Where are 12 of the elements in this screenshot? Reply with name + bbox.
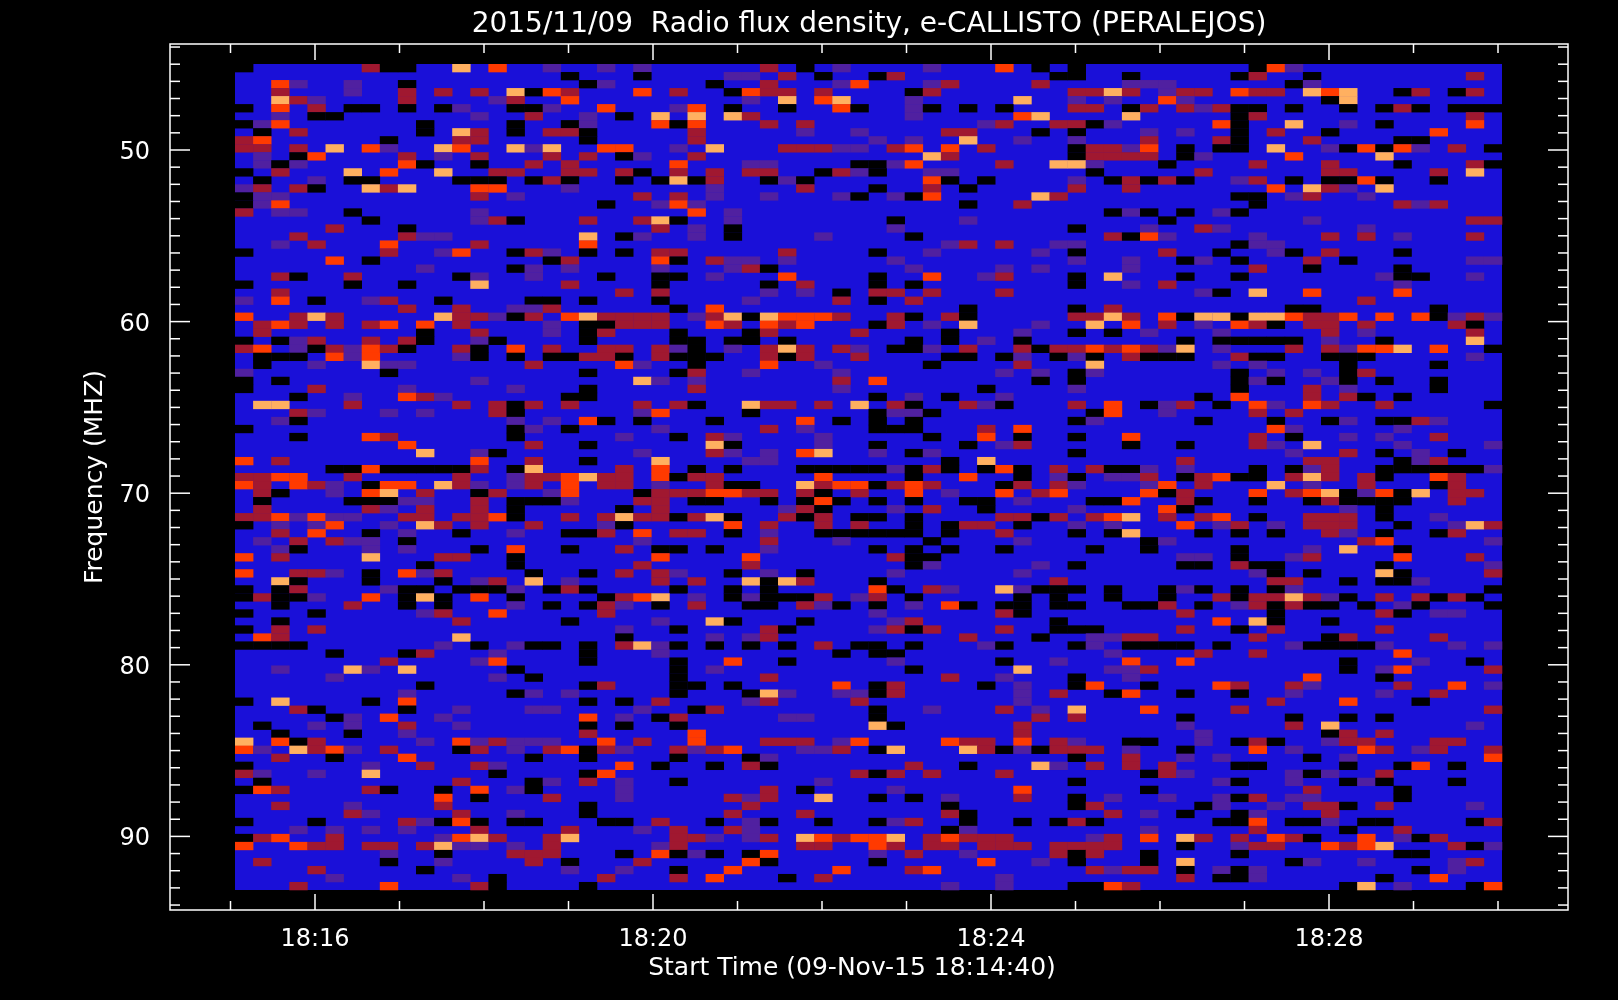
y-tick-label: 60: [119, 308, 150, 337]
x-tick-label: 18:16: [280, 924, 350, 952]
x-tick-label: 18:24: [956, 924, 1026, 952]
x-tick-label: 18:20: [618, 924, 688, 952]
y-tick-label: 80: [119, 651, 150, 680]
y-tick-label: 90: [119, 823, 150, 852]
chart-title: 2015/11/09 Radio flux density, e-CALLISTO (PERALEJOS): [471, 6, 1267, 39]
y-tick-label: 50: [119, 137, 150, 165]
x-axis-label: Start Time (09-Nov-15 18:14:40): [648, 952, 1056, 981]
y-tick-label: 70: [119, 480, 150, 509]
x-tick-label: 18:28: [1294, 924, 1364, 952]
y-axis-label: Frequency (MHZ): [79, 369, 108, 585]
